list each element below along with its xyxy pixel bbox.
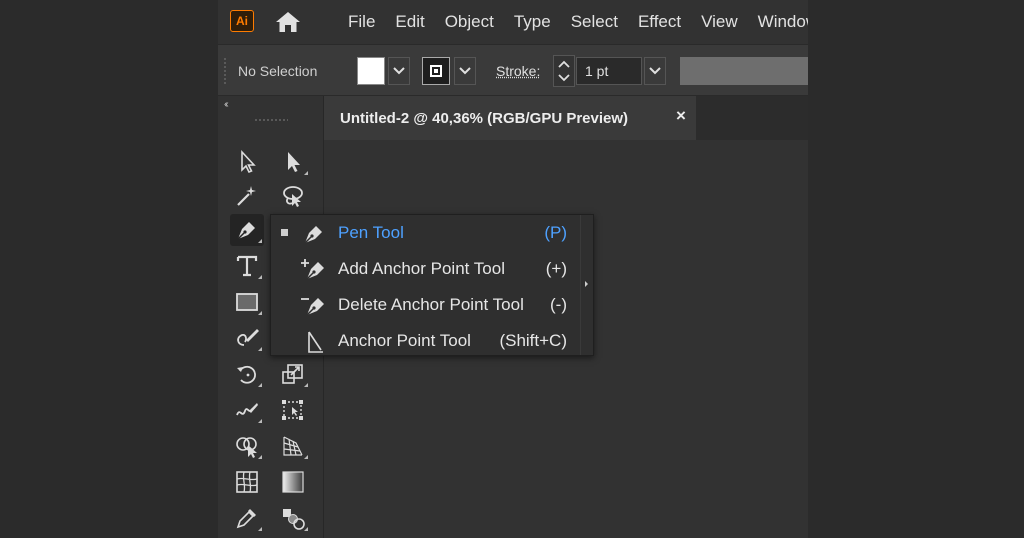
flyout-item-add-anchor-point-tool[interactable]: Add Anchor Point Tool (+) (271, 251, 583, 287)
flyout-item-shortcut: (P) (544, 223, 567, 242)
selected-bullet (281, 229, 288, 236)
scale-tool[interactable] (276, 358, 310, 390)
home-icon[interactable] (274, 10, 302, 34)
menu-view[interactable]: View (701, 12, 738, 32)
blend-tool[interactable] (276, 502, 310, 534)
flyout-item-label: Pen Tool (338, 223, 404, 242)
eyedropper-tool[interactable] (230, 502, 264, 534)
flyout-item-shortcut: (-) (550, 295, 567, 314)
stroke-color-swatch[interactable] (422, 57, 450, 85)
flyout-item-delete-anchor-point-tool[interactable]: Delete Anchor Point Tool (-) (271, 287, 583, 323)
fill-color-swatch[interactable] (357, 57, 385, 85)
gradient-tool[interactable] (276, 466, 310, 498)
free-transform-icon (282, 400, 303, 420)
selection-tool[interactable] (230, 146, 264, 178)
stroke-weight-input[interactable]: 1 pt (576, 57, 642, 85)
paintbrush-tool[interactable] (230, 322, 264, 354)
rotate-tool[interactable] (230, 358, 264, 390)
flyout-tearoff-handle[interactable] (580, 215, 593, 355)
flyout-item-label: Add Anchor Point Tool (338, 259, 505, 278)
flyout-item-label: Anchor Point Tool (338, 331, 471, 350)
scale-icon (282, 364, 303, 384)
menu-window[interactable]: Window (758, 12, 808, 32)
menu-edit[interactable]: Edit (395, 12, 424, 32)
magic-wand-tool[interactable] (230, 180, 264, 212)
direct-selection-icon (288, 152, 300, 172)
menu-items: File Edit Object Type Select Effect View… (348, 0, 808, 44)
rotate-icon (237, 365, 256, 384)
gradient-icon (282, 471, 304, 493)
mesh-tool[interactable] (230, 466, 264, 498)
menu-bar: Ai File Edit Object Type Select Effect V… (218, 0, 808, 44)
warp-tool[interactable] (230, 394, 264, 426)
collapse-toolbar-button[interactable]: ‹‹ (224, 99, 228, 110)
pen-icon (237, 222, 255, 240)
menu-effect[interactable]: Effect (638, 12, 681, 32)
magic-wand-icon (237, 186, 256, 206)
anchor-point-icon (308, 331, 323, 353)
shape-builder-tool[interactable] (230, 430, 264, 462)
free-transform-tool[interactable] (276, 394, 310, 426)
selection-arrow-icon (241, 149, 256, 174)
warp-icon (236, 403, 258, 416)
menu-type[interactable]: Type (514, 12, 551, 32)
pen-tool[interactable] (230, 214, 264, 246)
shape-builder-icon (236, 437, 257, 458)
selection-status: No Selection (238, 63, 318, 79)
document-tab[interactable]: Untitled-2 @ 40,36% (RGB/GPU Preview) × (324, 96, 696, 140)
app-logo: Ai (230, 10, 254, 32)
mesh-icon (236, 471, 258, 493)
control-bar: No Selection Stroke: 1 pt (218, 44, 808, 96)
stepper-arrows-icon (558, 60, 570, 82)
control-bar-grip[interactable] (223, 57, 227, 85)
stroke-dropdown-button[interactable] (454, 57, 476, 85)
perspective-grid-icon (283, 436, 303, 456)
flyout-item-pen-tool[interactable]: Pen Tool (P) (271, 215, 583, 251)
flyout-item-label: Delete Anchor Point Tool (338, 295, 524, 314)
pen-tool-flyout: Pen Tool (P) Add Anchor Point Tool (+) D… (270, 214, 594, 356)
lasso-icon (283, 186, 303, 207)
menu-file[interactable]: File (348, 12, 375, 32)
stroke-weight-stepper[interactable] (553, 55, 575, 87)
chevron-down-icon (393, 67, 405, 75)
close-icon[interactable]: × (676, 106, 686, 126)
flyout-item-anchor-point-tool[interactable]: Anchor Point Tool (Shift+C) (271, 323, 583, 359)
document-tab-bar: Untitled-2 @ 40,36% (RGB/GPU Preview) × (324, 96, 808, 140)
menu-object[interactable]: Object (445, 12, 494, 32)
pen-icon (304, 226, 322, 244)
eyedropper-icon (236, 509, 256, 529)
toolbar-grip[interactable] (254, 118, 288, 122)
delete-anchor-point-icon (301, 298, 324, 316)
chevron-down-icon (459, 67, 471, 75)
blend-icon (283, 509, 305, 530)
stroke-weight-dropdown[interactable] (644, 57, 666, 85)
flyout-item-shortcut: (+) (545, 259, 567, 278)
perspective-grid-tool[interactable] (276, 430, 310, 462)
rectangle-icon (236, 293, 258, 311)
illustrator-window: Ai File Edit Object Type Select Effect V… (218, 0, 808, 538)
flyout-item-shortcut: (Shift+C) (499, 331, 567, 350)
stroke-label[interactable]: Stroke: (496, 63, 540, 79)
type-icon (236, 255, 258, 277)
variable-width-profile[interactable] (680, 57, 808, 85)
document-title: Untitled-2 @ 40,36% (RGB/GPU Preview) (340, 110, 629, 127)
chevron-down-icon (649, 67, 661, 75)
lasso-tool[interactable] (276, 180, 310, 212)
type-tool[interactable] (230, 250, 264, 282)
fill-dropdown-button[interactable] (388, 57, 410, 85)
rectangle-tool[interactable] (230, 286, 264, 318)
add-anchor-point-icon (301, 259, 324, 280)
paintbrush-icon (237, 329, 259, 346)
menu-select[interactable]: Select (571, 12, 618, 32)
direct-selection-tool[interactable] (276, 146, 310, 178)
